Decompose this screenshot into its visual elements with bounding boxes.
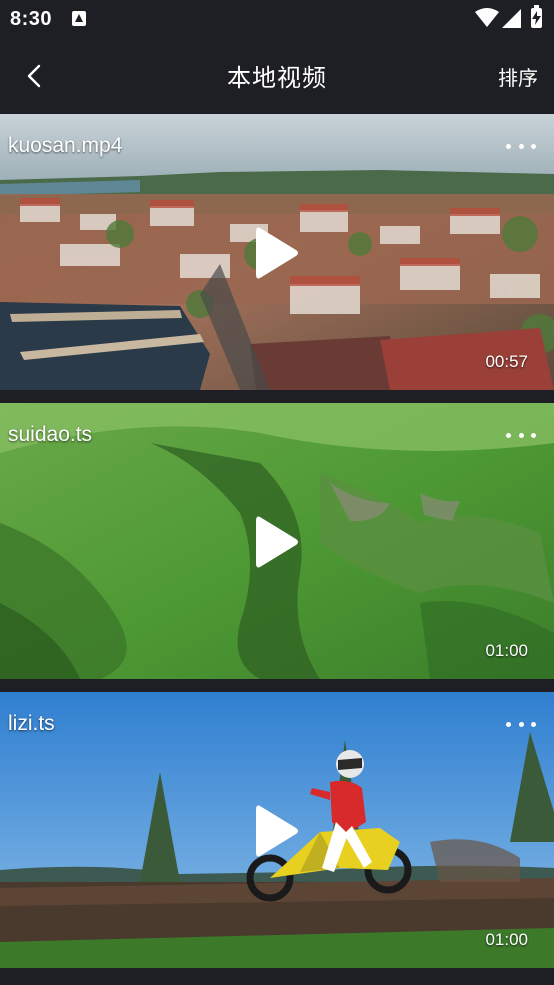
video-duration: 01:00 <box>485 641 528 660</box>
play-icon[interactable] <box>256 515 300 569</box>
video-duration: 00:57 <box>485 352 528 371</box>
video-item[interactable]: lizi.ts 01:00 <box>0 692 554 968</box>
video-item[interactable]: kuosan.mp4 00:57 <box>0 114 554 390</box>
sort-button[interactable]: 排序 <box>498 62 538 91</box>
more-dots-icon[interactable] <box>506 136 536 156</box>
video-duration: 01:00 <box>485 930 528 949</box>
video-name: lizi.ts <box>8 712 55 735</box>
play-icon[interactable] <box>256 226 300 280</box>
video-name: suidao.ts <box>8 423 93 446</box>
video-item[interactable]: suidao.ts 01:00 <box>0 403 554 679</box>
video-name: kuosan.mp4 <box>8 134 123 157</box>
app-header: 本地视频 排序 <box>0 38 554 114</box>
notification-a-icon <box>72 11 86 26</box>
status-time: 8:30 <box>10 8 53 30</box>
page-title: 本地视频 <box>227 64 327 92</box>
more-dots-icon[interactable] <box>506 714 536 734</box>
wifi-icon <box>475 8 499 27</box>
more-dots-icon[interactable] <box>506 425 536 445</box>
status-bar: 8:30 <box>0 0 554 38</box>
battery-charging-icon <box>531 5 542 28</box>
signal-icon <box>502 9 521 28</box>
play-icon[interactable] <box>256 804 300 858</box>
video-list: kuosan.mp4 00:57 suidao.ts 01:00 lizi.ts… <box>0 114 554 981</box>
